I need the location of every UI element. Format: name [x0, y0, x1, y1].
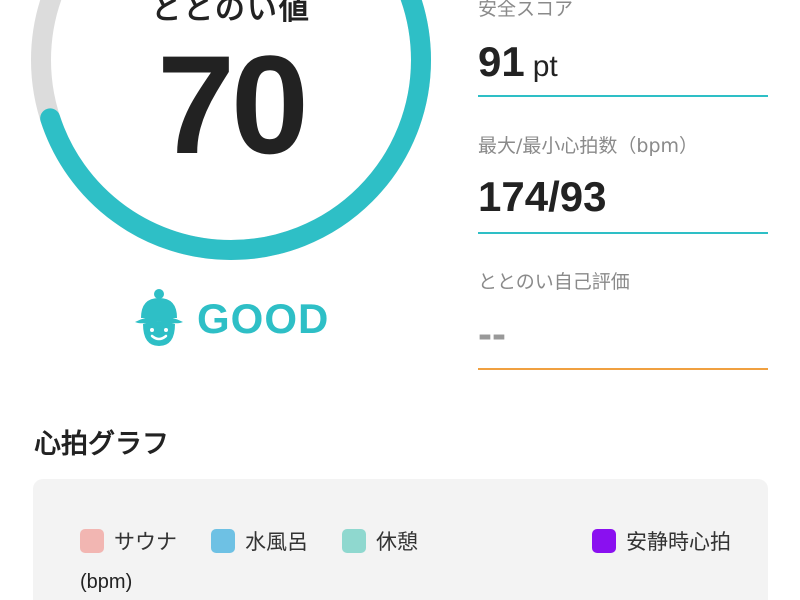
- legend-swatch-sauna: [80, 529, 104, 553]
- totonoi-gauge: ととのい値 70 GOOD: [0, 0, 460, 400]
- rating: GOOD: [133, 288, 329, 350]
- legend-label-cold-bath: 水風呂: [245, 530, 308, 554]
- legend-cold-bath: 水風呂: [211, 528, 308, 554]
- safety-score-underline: [478, 95, 768, 97]
- legend-swatch-resting-heart-rate: [592, 529, 616, 553]
- legend-label-rest: 休憩: [376, 530, 418, 554]
- graph-y-unit: (bpm): [80, 571, 133, 593]
- gauge-value: 70: [157, 26, 309, 183]
- safety-score-value-row: 91 pt: [478, 38, 768, 86]
- self-evaluation-label: ととのい自己評価: [478, 271, 630, 293]
- legend-swatch-cold-bath: [211, 529, 235, 553]
- legend-rest: 休憩: [342, 528, 418, 554]
- self-evaluation-underline: [478, 368, 768, 370]
- legend-label-sauna: サウナ: [114, 530, 177, 554]
- self-evaluation-value[interactable]: --: [478, 310, 506, 357]
- safety-score: 安全スコア: [478, 0, 768, 21]
- heart-rate-value-row: 174/93: [478, 173, 768, 221]
- safety-score-unit: pt: [532, 50, 558, 83]
- sauna-hat-face-icon: [135, 289, 183, 346]
- self-evaluation-value-row[interactable]: --: [478, 310, 768, 358]
- heart-rate: 最大/最小心拍数（bpm）: [478, 131, 768, 158]
- legend-sauna: サウナ: [80, 528, 177, 554]
- heart-rate-value: 174/93: [478, 173, 607, 220]
- legend-swatch-rest: [342, 529, 366, 553]
- legend-resting-heart-rate: 安静時心拍: [592, 528, 731, 554]
- gauge-title: ととのい値: [151, 0, 311, 27]
- heart-rate-underline: [478, 232, 768, 234]
- legend-label-resting-heart-rate: 安静時心拍: [626, 530, 731, 554]
- heart-rate-label: 最大/最小心拍数（bpm）: [478, 135, 699, 157]
- self-evaluation: ととのい自己評価: [478, 267, 768, 294]
- heart-rate-graph-title: 心拍グラフ: [34, 429, 169, 460]
- safety-score-label: 安全スコア: [478, 0, 574, 20]
- session-result-screen: ととのい値 70 GOOD 安全スコア 91 pt 最大/最小心拍数（bpm） …: [0, 0, 800, 600]
- safety-score-value: 91: [478, 38, 525, 85]
- rating-label: GOOD: [197, 295, 330, 342]
